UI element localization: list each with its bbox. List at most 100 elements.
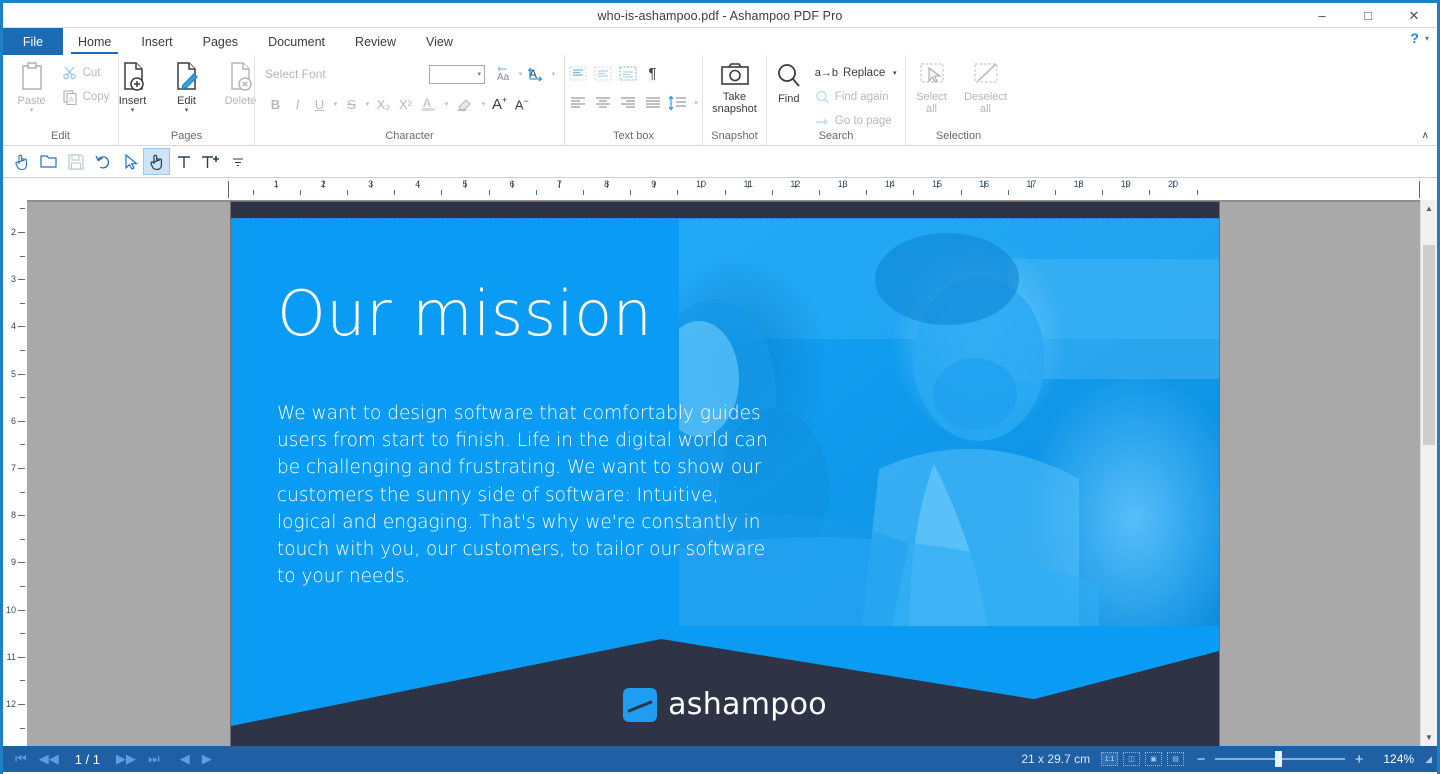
pdf-page[interactable]: Our mission We want to design software t… (231, 202, 1219, 746)
align-justify-button[interactable] (642, 92, 664, 114)
align-center-button[interactable] (592, 92, 614, 114)
strikethrough-button[interactable]: S (341, 93, 362, 115)
chevron-down-icon[interactable]: ▾ (890, 69, 899, 77)
chevron-down-icon[interactable]: ▾ (479, 100, 488, 108)
chevron-down-icon[interactable]: ▾ (692, 99, 701, 107)
chevron-down-icon[interactable]: ▾ (477, 70, 481, 78)
previous-view-button[interactable]: ◀ (180, 751, 190, 767)
chevron-down-icon[interactable]: ▾ (363, 100, 372, 108)
next-view-button[interactable]: ▶ (202, 751, 212, 767)
next-page-button[interactable]: ▶▶ (116, 751, 136, 767)
ruler-tick-minor (630, 190, 631, 195)
tab-home[interactable]: Home (63, 28, 126, 55)
text-direction-button[interactable]: A (525, 63, 549, 85)
find-again-button[interactable]: Find again (813, 86, 905, 108)
ruler-tick-minor (20, 256, 25, 257)
underline-button[interactable]: U (309, 93, 330, 115)
subscript-button[interactable]: X₂ (373, 93, 394, 115)
arrow-right-icon (815, 114, 830, 129)
help-icon[interactable]: ? (1410, 30, 1419, 46)
document-canvas[interactable]: Our mission We want to design software t… (27, 200, 1420, 746)
minimize-button[interactable]: – (1299, 3, 1345, 28)
insert-page-button[interactable]: Insert ▾ (107, 59, 159, 114)
svg-text:Aa: Aa (497, 72, 510, 83)
add-text-icon[interactable] (198, 149, 223, 174)
paragraph-marks-button[interactable]: ¶ (642, 63, 664, 85)
ruler-tick-minor (1008, 190, 1009, 195)
resize-grip-icon[interactable]: ◢ (1425, 754, 1431, 765)
font-color-button[interactable]: A (417, 93, 441, 115)
chevron-down-icon[interactable]: ▾ (442, 100, 451, 108)
align-left-button[interactable] (567, 92, 589, 114)
take-snapshot-button[interactable]: Take snapshot (707, 59, 763, 115)
align-bottom-button[interactable] (617, 63, 639, 85)
zoom-out-button[interactable]: − (1195, 751, 1207, 768)
previous-page-button[interactable]: ◀◀ (39, 751, 59, 767)
tab-document[interactable]: Document (253, 28, 340, 55)
save-icon[interactable] (63, 149, 88, 174)
chevron-down-icon[interactable]: ▾ (331, 100, 340, 108)
align-top-button[interactable] (567, 63, 589, 85)
more-tools-icon[interactable] (225, 149, 250, 174)
zoom-mode-actual-size[interactable]: 1:1 (1101, 752, 1118, 766)
shrink-font-button[interactable]: A− (511, 93, 532, 115)
pan-hand-icon[interactable] (144, 149, 169, 174)
scroll-down-button[interactable]: ▼ (1421, 729, 1437, 746)
go-to-page-button[interactable]: Go to page (813, 110, 905, 132)
last-page-button[interactable]: ⏭ (148, 751, 160, 767)
chevron-down-icon[interactable]: ▾ (1425, 34, 1429, 43)
close-button[interactable]: ✕ (1391, 3, 1437, 28)
horizontal-ruler[interactable]: 1234567891011121314151617181920 (3, 178, 1420, 200)
font-name-input[interactable]: ▾ (429, 65, 485, 84)
chevron-down-icon[interactable]: ▾ (516, 70, 525, 78)
change-case-button[interactable]: Aa (492, 63, 516, 85)
scroll-up-button[interactable]: ▲ (1421, 200, 1437, 217)
superscript-button[interactable]: X² (395, 93, 416, 115)
ashampoo-logo-icon (623, 688, 657, 722)
zoom-slider-thumb[interactable] (1275, 751, 1282, 767)
highlight-button[interactable] (452, 93, 478, 115)
open-file-icon[interactable] (36, 149, 61, 174)
ruler-tick-label: 7 (557, 179, 562, 189)
replace-button[interactable]: a→b Replace ▾ (813, 62, 905, 84)
vertical-ruler[interactable]: 23456789101112 (3, 200, 27, 746)
ruler-tick-minor (300, 190, 301, 195)
collapse-ribbon-button[interactable]: ∧ (1422, 130, 1429, 141)
deselect-all-button[interactable]: Deselect all (960, 59, 1012, 115)
chevron-down-icon[interactable]: ▾ (131, 108, 135, 114)
select-all-button[interactable]: Select all (906, 59, 958, 115)
grow-font-button[interactable]: A+ (489, 93, 510, 115)
align-right-button[interactable] (617, 92, 639, 114)
tab-view[interactable]: View (411, 28, 468, 55)
chevron-down-icon[interactable]: ▾ (185, 108, 189, 114)
tab-file[interactable]: File (3, 28, 63, 55)
text-tool-icon[interactable] (171, 149, 196, 174)
zoom-in-button[interactable]: + (1353, 751, 1365, 768)
chevron-down-icon[interactable]: ▾ (30, 108, 34, 114)
bold-button[interactable]: B (265, 93, 286, 115)
vertical-scroll-thumb[interactable] (1423, 245, 1435, 445)
tab-insert[interactable]: Insert (126, 28, 187, 55)
tab-review[interactable]: Review (340, 28, 411, 55)
align-middle-button[interactable] (592, 63, 614, 85)
undo-icon[interactable] (90, 149, 115, 174)
zoom-mode-two-page[interactable]: ▤ (1167, 752, 1184, 766)
select-cursor-icon[interactable] (117, 149, 142, 174)
tab-pages[interactable]: Pages (188, 28, 253, 55)
zoom-slider-track[interactable] (1215, 758, 1345, 760)
italic-button[interactable]: I (287, 93, 308, 115)
chevron-down-icon[interactable]: ▾ (549, 70, 558, 78)
zoom-mode-fit-width[interactable]: ◫ (1123, 752, 1140, 766)
ruler-tick-minor (441, 190, 442, 195)
zoom-mode-fit-page[interactable]: ▣ (1145, 752, 1162, 766)
find-button[interactable]: Find (767, 59, 811, 105)
vertical-scrollbar[interactable]: ▲ ▼ (1420, 200, 1437, 746)
paste-button[interactable]: Paste ▾ (6, 59, 58, 114)
edit-page-button[interactable]: Edit ▾ (161, 59, 213, 114)
ribbon-tab-bar: File Home Insert Pages Document Review V… (3, 28, 1437, 55)
line-spacing-button[interactable] (667, 92, 689, 114)
ruler-tick-label: 4 (11, 321, 16, 331)
maximize-button[interactable]: □ (1345, 3, 1391, 28)
first-page-button[interactable]: ⏮ (15, 751, 27, 767)
touch-mode-icon[interactable] (9, 149, 34, 174)
